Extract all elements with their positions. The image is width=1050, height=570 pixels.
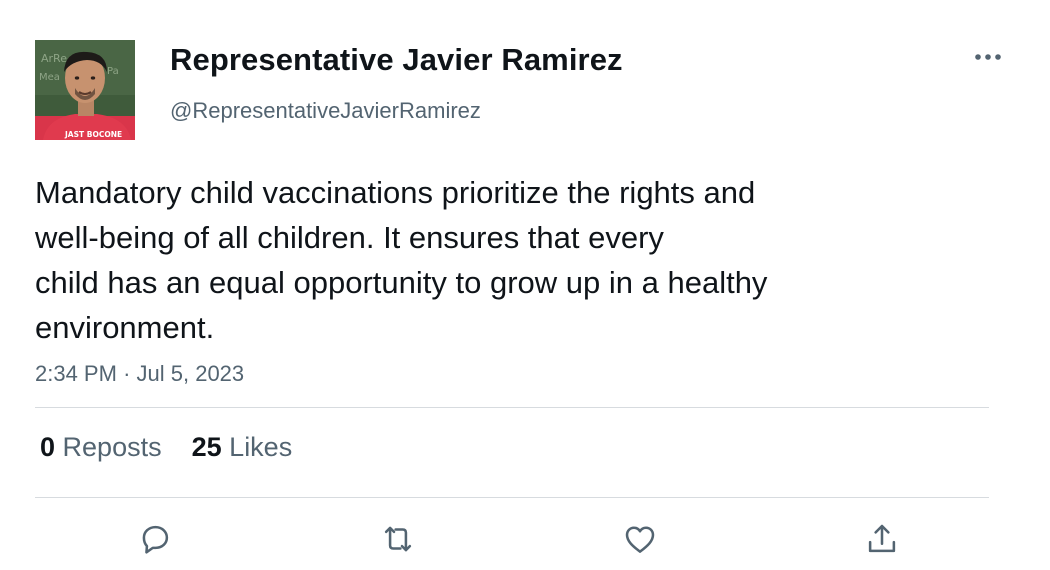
reply-button[interactable] bbox=[134, 518, 176, 560]
tweet-text-line: well-being of all children. It ensures t… bbox=[35, 220, 664, 255]
divider bbox=[35, 497, 989, 498]
reposts-stat[interactable]: 0 Reposts bbox=[40, 432, 162, 463]
share-icon bbox=[868, 524, 896, 553]
like-button[interactable] bbox=[619, 518, 661, 560]
tweet-time: 2:34 PM bbox=[35, 361, 117, 386]
likes-count: 25 bbox=[191, 432, 222, 462]
tweet-text-line: Mandatory child vaccinations prioritize … bbox=[35, 175, 756, 210]
share-button[interactable] bbox=[861, 518, 903, 560]
tweet-text-line: child has an equal opportunity to grow u… bbox=[35, 265, 768, 300]
svg-text:JAST BOCONE: JAST BOCONE bbox=[64, 130, 122, 139]
reply-icon bbox=[142, 525, 169, 554]
svg-text:Mea: Mea bbox=[39, 72, 60, 83]
more-options-icon bbox=[975, 54, 1001, 60]
engagement-stats: 0 Reposts 25 Likes bbox=[40, 432, 292, 463]
repost-icon bbox=[384, 526, 412, 552]
tweet-text-line: environment. bbox=[35, 310, 215, 345]
author-handle[interactable]: @RepresentativeJavierRamirez bbox=[170, 98, 481, 124]
tweet-date: Jul 5, 2023 bbox=[136, 361, 245, 386]
author-display-name[interactable]: Representative Javier Ramirez bbox=[170, 42, 623, 78]
likes-stat[interactable]: 25 Likes bbox=[192, 432, 293, 463]
avatar[interactable]: ArRe Mea Pa JAST BOCONE bbox=[35, 40, 135, 140]
tweet-text: Mandatory child vaccinations prioritize … bbox=[35, 170, 935, 350]
heart-icon bbox=[625, 526, 655, 553]
reposts-count: 0 bbox=[40, 432, 56, 462]
reposts-label: Reposts bbox=[62, 432, 162, 462]
svg-text:ArRe: ArRe bbox=[41, 52, 67, 65]
avatar-photo: ArRe Mea Pa JAST BOCONE bbox=[35, 40, 135, 140]
repost-button[interactable] bbox=[377, 518, 419, 560]
likes-label: Likes bbox=[229, 432, 293, 462]
svg-text:Pa: Pa bbox=[107, 66, 119, 77]
divider bbox=[35, 407, 989, 408]
timestamp-separator: · bbox=[123, 361, 131, 386]
tweet-timestamp[interactable]: 2:34 PM · Jul 5, 2023 bbox=[35, 361, 244, 387]
more-options-button[interactable] bbox=[968, 42, 1008, 72]
